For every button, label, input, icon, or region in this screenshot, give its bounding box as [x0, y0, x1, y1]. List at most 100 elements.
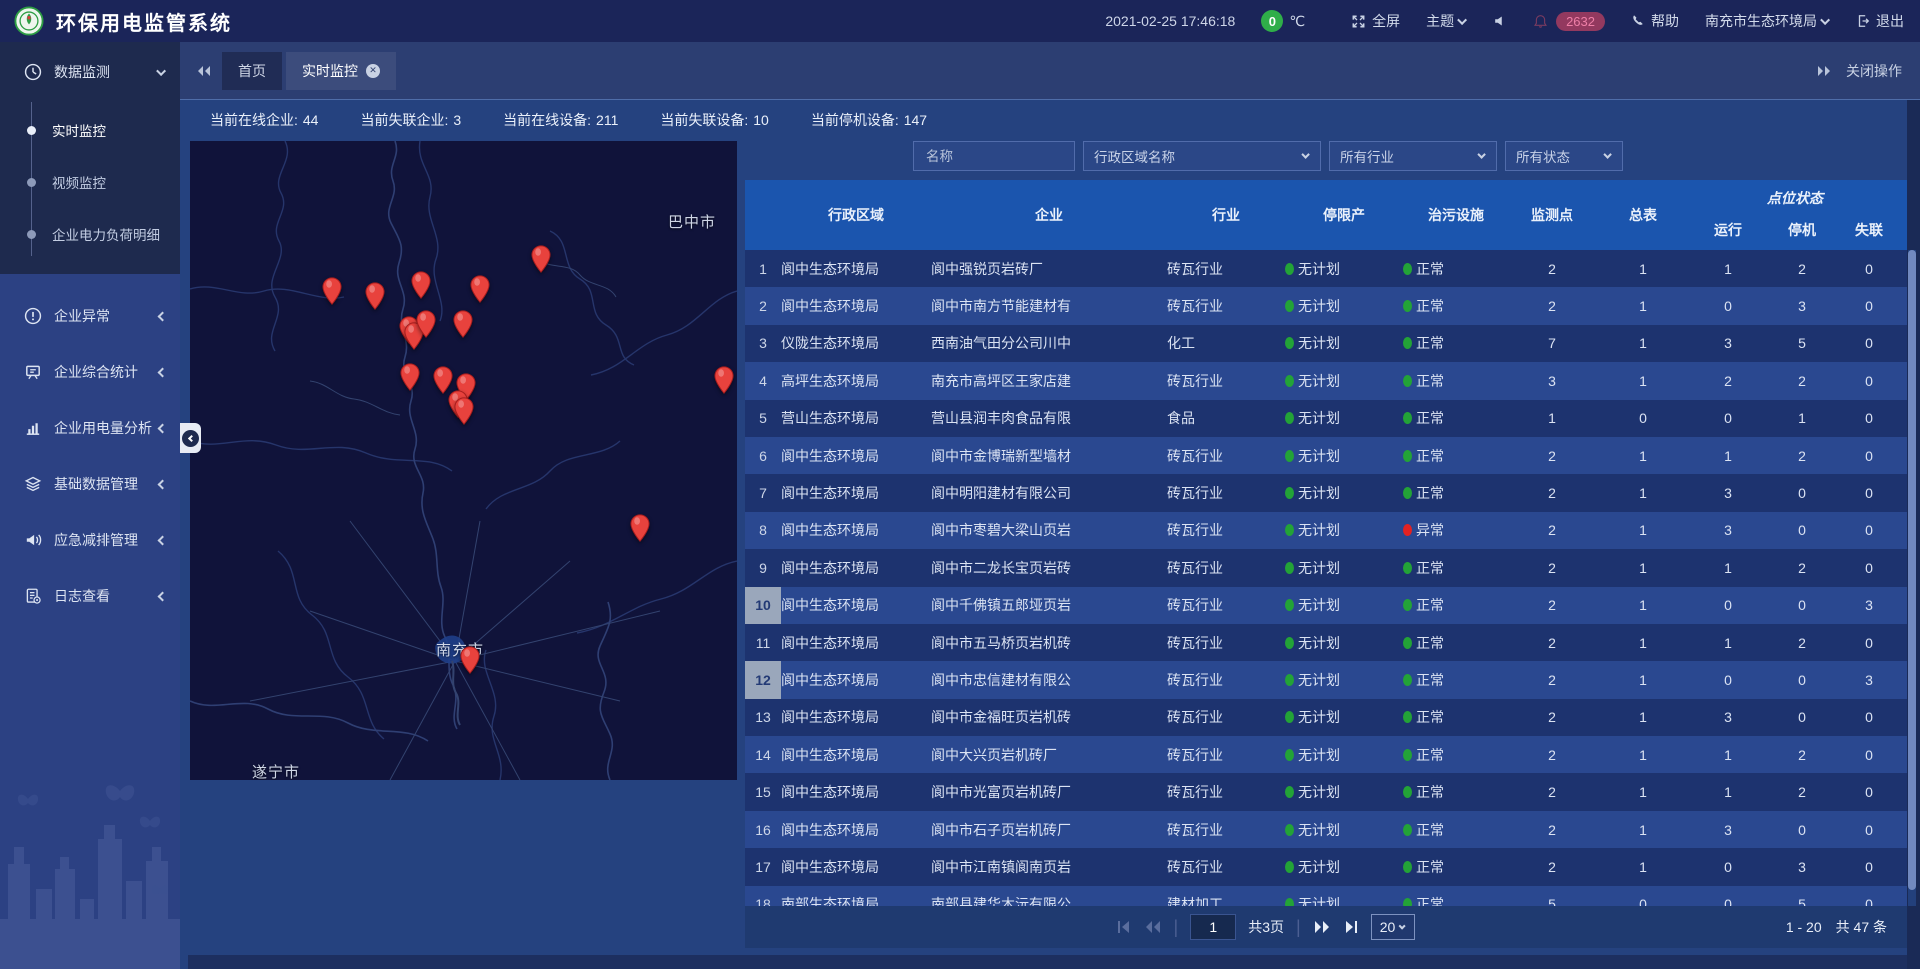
table-row[interactable]: 4高坪生态环境局南充市高坪区王家店建砖瓦行业无计划正常31220: [745, 362, 1907, 399]
map-pin-icon[interactable]: [630, 514, 650, 542]
cell-running: 1: [1691, 773, 1765, 810]
map-pin-icon[interactable]: [400, 363, 420, 391]
row-number: 7: [745, 474, 781, 511]
industry-filter-select[interactable]: 所有行业: [1329, 141, 1497, 171]
map-pin-icon[interactable]: [531, 245, 551, 273]
cell-region: 阆中生态环境局: [781, 512, 931, 549]
cell-monitor-points: 2: [1509, 587, 1595, 624]
sidebar-collapse-handle[interactable]: [180, 423, 201, 453]
table-row[interactable]: 3仪陇生态环境局西南油气田分公司川中化工无计划正常71350: [745, 325, 1907, 362]
sidebar-item-log-view[interactable]: 日志查看: [0, 568, 180, 624]
name-filter-input[interactable]: [924, 148, 1064, 165]
table-row[interactable]: 14阆中生态环境局阆中大兴页岩机砖厂砖瓦行业无计划正常21120: [745, 736, 1907, 773]
sidebar-item-video-monitoring[interactable]: 视频监控: [0, 156, 180, 208]
tab-realtime-monitoring[interactable]: 实时监控 ✕: [286, 52, 396, 90]
table-row[interactable]: 7阆中生态环境局阆中明阳建材有限公司砖瓦行业无计划正常21300: [745, 474, 1907, 511]
next-page-button[interactable]: [1313, 920, 1331, 934]
map-pin-icon[interactable]: [411, 271, 431, 299]
table-row[interactable]: 6阆中生态环境局阆中市金博瑞新型墙材砖瓦行业无计划正常21120: [745, 437, 1907, 474]
map-pin-icon[interactable]: [714, 366, 734, 394]
table-row[interactable]: 11阆中生态环境局阆中市五马桥页岩机砖砖瓦行业无计划正常21120: [745, 624, 1907, 661]
table-row[interactable]: 1阆中生态环境局阆中强锐页岩砖厂砖瓦行业无计划正常21120: [745, 250, 1907, 287]
scrollbar-thumb[interactable]: [1908, 250, 1916, 890]
status-dot-icon: [1285, 524, 1294, 536]
cell-total-meters: 1: [1595, 512, 1691, 549]
double-right-arrow-icon[interactable]: [1816, 65, 1832, 77]
table-row[interactable]: 2阆中生态环境局阆中市南方节能建材有砖瓦行业无计划正常21030: [745, 287, 1907, 324]
gis-map[interactable]: 巴中市南充市遂宁市: [190, 141, 737, 780]
theme-dropdown[interactable]: 主题: [1426, 11, 1467, 31]
sidebar-item-enterprise-stats[interactable]: 企业综合统计: [0, 344, 180, 400]
bullet-dot-icon: [27, 230, 36, 239]
cell-stop-status: 无计划: [1285, 699, 1403, 736]
map-pin-icon[interactable]: [453, 310, 473, 338]
map-pin-icon[interactable]: [322, 277, 342, 305]
status-dot-icon: [1285, 337, 1294, 349]
mute-button[interactable]: [1493, 14, 1507, 28]
table-row[interactable]: 17阆中生态环境局阆中市江南镇阆南页岩砖瓦行业无计划正常21030: [745, 848, 1907, 885]
logout-button[interactable]: 退出: [1856, 11, 1904, 31]
status-dot-icon: [1285, 263, 1294, 275]
table-row[interactable]: 16阆中生态环境局阆中市石子页岩机砖厂砖瓦行业无计划正常21300: [745, 811, 1907, 848]
tabs-scroll-left-button[interactable]: [196, 65, 212, 77]
table-row[interactable]: 8阆中生态环境局阆中市枣碧大梁山页岩砖瓦行业无计划异常21300: [745, 512, 1907, 549]
sidebar-item-power-load-detail[interactable]: 企业电力负荷明细: [0, 208, 180, 260]
row-number: 8: [745, 512, 781, 549]
table-row[interactable]: 18南部生态环境局南部县建华木沅有限公建材加工无计划正常50050: [745, 886, 1907, 906]
last-page-button[interactable]: [1343, 920, 1359, 934]
cell-total-meters: 1: [1595, 848, 1691, 885]
close-icon[interactable]: ✕: [366, 64, 380, 78]
region-filter-select[interactable]: 行政区域名称: [1083, 141, 1321, 171]
sidebar-item-enterprise-abnormal[interactable]: 企业异常: [0, 288, 180, 344]
table-row[interactable]: 5营山生态环境局营山县润丰肉食品有限食品无计划正常10010: [745, 400, 1907, 437]
cell-region: 阆中生态环境局: [781, 848, 931, 885]
sidebar-item-power-analysis[interactable]: 企业用电量分析: [0, 400, 180, 456]
row-number: 17: [745, 848, 781, 885]
fullscreen-button[interactable]: 全屏: [1351, 11, 1400, 31]
table-row[interactable]: 10阆中生态环境局阆中千佛镇五郎垭页岩砖瓦行业无计划正常21003: [745, 587, 1907, 624]
cell-company: 阆中市五马桥页岩机砖: [931, 624, 1167, 661]
sidebar-item-data-monitoring[interactable]: 数据监测: [0, 42, 180, 102]
cell-stopped: 2: [1765, 362, 1839, 399]
cell-facility-status: 正常: [1403, 699, 1509, 736]
sidebar-item-realtime-monitoring[interactable]: 实时监控: [0, 104, 180, 156]
gauge-icon: [24, 63, 42, 81]
table-row[interactable]: 15阆中生态环境局阆中市光富页岩机砖厂砖瓦行业无计划正常21120: [745, 773, 1907, 810]
cell-lost: 0: [1839, 848, 1899, 885]
sidebar-item-emergency-reduction[interactable]: 应急减排管理: [0, 512, 180, 568]
app-window: 环保用电监管系统 2021-02-25 17:46:18 0 ℃ 全屏 主题 2…: [0, 0, 1920, 969]
map-pin-icon[interactable]: [460, 646, 480, 674]
tab-home[interactable]: 首页: [222, 52, 282, 90]
bullet-dot-icon: [27, 178, 36, 187]
status-dot-icon: [1285, 786, 1294, 798]
close-operations-dropdown[interactable]: 关闭操作: [1846, 61, 1902, 81]
org-dropdown[interactable]: 南充市生态环境局: [1705, 11, 1830, 31]
cell-facility-status: 正常: [1403, 400, 1509, 437]
table-scrollbar[interactable]: [1908, 250, 1916, 906]
page-number-input[interactable]: [1190, 914, 1236, 940]
table-row[interactable]: 13阆中生态环境局阆中市金福旺页岩机砖砖瓦行业无计划正常21300: [745, 699, 1907, 736]
map-pin-icon[interactable]: [416, 310, 436, 338]
cell-lost: 0: [1839, 773, 1899, 810]
table-row[interactable]: 9阆中生态环境局阆中市二龙长宝页岩砖砖瓦行业无计划正常21120: [745, 549, 1907, 586]
prev-page-button[interactable]: [1144, 920, 1162, 934]
map-pin-icon[interactable]: [454, 397, 474, 425]
status-dot-icon: [1403, 375, 1412, 387]
cell-company: 阆中市金博瑞新型墙材: [931, 437, 1167, 474]
help-button[interactable]: 帮助: [1631, 11, 1679, 31]
map-pin-icon[interactable]: [470, 275, 490, 303]
page-size-select[interactable]: 20: [1371, 914, 1416, 940]
col-stop: 停限产: [1285, 180, 1403, 250]
cell-lost: 0: [1839, 362, 1899, 399]
first-page-button[interactable]: [1116, 920, 1132, 934]
notification-button[interactable]: 2632: [1533, 12, 1605, 31]
status-dot-icon: [1403, 524, 1412, 536]
table-row[interactable]: 12阆中生态环境局阆中市忠信建材有限公砖瓦行业无计划正常21003: [745, 661, 1907, 698]
alert-icon: [24, 307, 42, 325]
cell-monitor-points: 2: [1509, 773, 1595, 810]
map-pin-icon[interactable]: [365, 282, 385, 310]
cell-stop-status: 无计划: [1285, 587, 1403, 624]
sidebar-item-basic-data[interactable]: 基础数据管理: [0, 456, 180, 512]
chart-icon: [24, 419, 42, 437]
status-filter-select[interactable]: 所有状态: [1505, 141, 1623, 171]
